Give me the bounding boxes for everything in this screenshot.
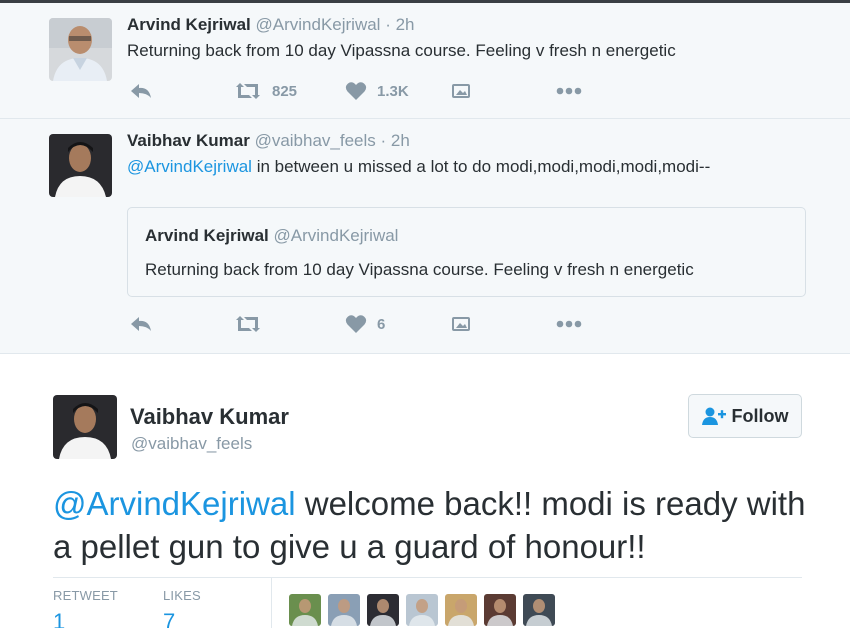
tweet-text: @ArvindKejriwal welcome back!! modi is r… <box>53 482 813 568</box>
retweet-stat[interactable]: RETWEET 1 <box>53 588 118 628</box>
tweet-text-body: in between u missed a lot to do modi,mod… <box>251 157 711 176</box>
follow-user-icon <box>701 407 726 425</box>
more-icon <box>556 320 582 328</box>
media-icon <box>452 317 470 331</box>
like-button[interactable]: 6 <box>345 312 385 336</box>
retweet-icon <box>236 316 260 332</box>
mention-link[interactable]: @ArvindKejriwal <box>53 485 296 522</box>
tweet-stats: RETWEET 1 LIKES 7 <box>53 577 802 628</box>
author-handle[interactable]: @vaibhav_feels <box>131 434 252 454</box>
reply-icon <box>131 84 151 98</box>
liker-avatar-4[interactable] <box>406 594 438 626</box>
stats-divider <box>271 578 272 628</box>
liker-avatar-3[interactable] <box>367 594 399 626</box>
quoted-author-handle: @ArvindKejriwal <box>273 226 399 245</box>
avatar[interactable] <box>49 18 112 81</box>
retweet-stat-count: 1 <box>53 609 66 628</box>
reply-icon <box>131 317 151 331</box>
more-icon <box>556 87 582 95</box>
reply-button[interactable] <box>129 79 153 103</box>
like-button[interactable]: 1.3K <box>345 79 409 103</box>
quoted-tweet[interactable]: Arvind Kejriwal @ArvindKejriwal Returnin… <box>127 207 806 297</box>
timeline-tweet[interactable]: Arvind Kejriwal @ArvindKejriwal · 2h Ret… <box>0 3 850 119</box>
likes-stat-count: 7 <box>163 609 176 628</box>
tweet-text: Returning back from 10 day Vipassna cour… <box>127 41 676 60</box>
retweet-button[interactable]: 825 <box>234 79 297 103</box>
quoted-text: Returning back from 10 day Vipassna cour… <box>145 260 694 279</box>
liker-avatar-5[interactable] <box>445 594 477 626</box>
retweet-icon <box>236 83 260 99</box>
more-button[interactable] <box>556 79 582 103</box>
tweet-time[interactable]: 2h <box>396 15 415 34</box>
like-count: 1.3K <box>377 82 409 100</box>
quoted-header: Arvind Kejriwal @ArvindKejriwal <box>145 226 398 246</box>
liker-avatar-2[interactable] <box>328 594 360 626</box>
retweet-count: 825 <box>272 82 298 100</box>
time-separator: · <box>380 15 396 34</box>
analytics-button[interactable] <box>452 79 470 103</box>
retweet-button[interactable] <box>234 312 272 336</box>
media-icon <box>452 84 470 98</box>
follow-label: Follow <box>731 405 789 426</box>
tweet-text: @ArvindKejriwal in between u missed a lo… <box>127 157 710 177</box>
reply-button[interactable] <box>129 312 153 336</box>
author-name[interactable]: Vaibhav Kumar <box>127 131 250 150</box>
avatar[interactable] <box>49 134 112 197</box>
likes-stat-label: LIKES <box>163 588 201 603</box>
heart-icon <box>345 82 367 100</box>
liker-avatar-7[interactable] <box>523 594 555 626</box>
tweet-actions: 6 <box>127 312 607 336</box>
time-separator: · <box>375 131 391 150</box>
follow-button[interactable]: Follow <box>688 394 802 438</box>
timeline-tweet[interactable]: Vaibhav Kumar @vaibhav_feels · 2h @Arvin… <box>0 119 850 354</box>
tweet-header: Arvind Kejriwal @ArvindKejriwal · 2h <box>127 15 415 35</box>
tweet-actions: 825 1.3K <box>127 79 607 103</box>
tweet-time[interactable]: 2h <box>391 131 410 150</box>
heart-icon <box>345 315 367 333</box>
author-name[interactable]: Arvind Kejriwal <box>127 15 251 34</box>
more-button[interactable] <box>556 312 582 336</box>
retweet-stat-label: RETWEET <box>53 588 118 603</box>
mention-link[interactable]: @ArvindKejriwal <box>127 157 252 176</box>
liker-avatar-6[interactable] <box>484 594 516 626</box>
author-handle[interactable]: @vaibhav_feels <box>255 131 376 150</box>
analytics-button[interactable] <box>452 312 470 336</box>
expanded-tweet: Vaibhav Kumar @vaibhav_feels Follow @Arv… <box>0 354 850 628</box>
like-count: 6 <box>377 315 386 333</box>
tweet-header: Vaibhav Kumar @vaibhav_feels · 2h <box>127 131 410 151</box>
liker-avatar-1[interactable] <box>289 594 321 626</box>
quoted-author-name: Arvind Kejriwal <box>145 226 269 245</box>
likes-stat[interactable]: LIKES 7 <box>163 588 201 628</box>
author-name[interactable]: Vaibhav Kumar <box>130 404 289 430</box>
author-handle[interactable]: @ArvindKejriwal <box>256 15 381 34</box>
avatar[interactable] <box>53 395 117 459</box>
